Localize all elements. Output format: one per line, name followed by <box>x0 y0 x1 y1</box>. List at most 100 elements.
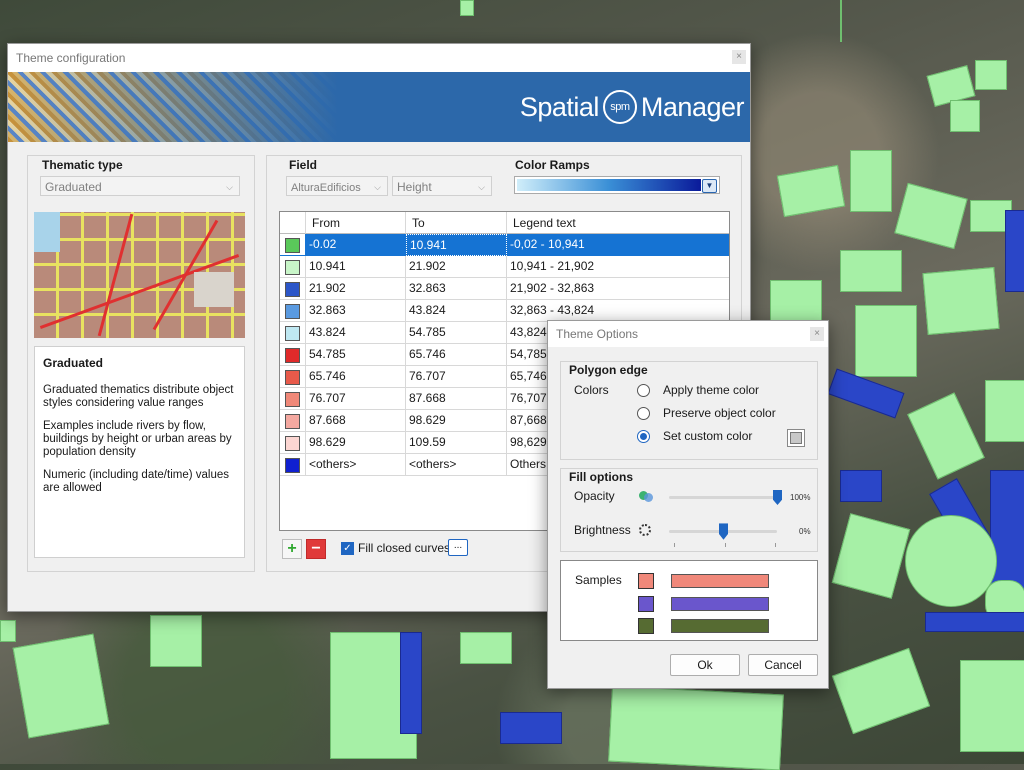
apply-theme-color-label[interactable]: Apply theme color <box>663 383 759 397</box>
row-from-cell[interactable]: 65.746 <box>306 366 406 388</box>
row-color-cell[interactable] <box>280 256 306 278</box>
row-color-cell[interactable] <box>280 432 306 454</box>
row-color-cell[interactable] <box>280 278 306 300</box>
map-building <box>840 470 882 502</box>
set-custom-color-radio[interactable] <box>637 430 650 443</box>
field-column-select[interactable]: Height ⌵ <box>392 176 492 196</box>
row-from-cell[interactable]: 32.863 <box>306 300 406 322</box>
color-swatch[interactable] <box>285 282 300 297</box>
row-from-cell[interactable]: -0.02 <box>306 234 406 256</box>
row-from-cell[interactable]: 21.902 <box>306 278 406 300</box>
row-to-cell[interactable]: <others> <box>406 454 507 476</box>
table-row[interactable]: 21.902 32.863 21,902 - 32,863 <box>280 278 729 300</box>
row-color-cell[interactable] <box>280 410 306 432</box>
table-row[interactable]: 10.941 21.902 10,941 - 21,902 <box>280 256 729 278</box>
fill-closed-curves-label[interactable]: Fill closed curves <box>358 541 450 555</box>
map-building <box>770 280 822 322</box>
remove-button[interactable]: − <box>306 539 326 559</box>
brightness-slider-thumb[interactable] <box>719 523 728 540</box>
header-legend[interactable]: Legend text <box>507 212 729 234</box>
field-table-select[interactable]: AlturaEdificios ⌵ <box>286 176 388 196</box>
row-from-cell[interactable]: 87.668 <box>306 410 406 432</box>
row-color-cell[interactable] <box>280 300 306 322</box>
map-building <box>850 150 892 212</box>
thematic-type-select[interactable]: Graduated ⌵ <box>40 176 240 196</box>
row-color-cell[interactable] <box>280 322 306 344</box>
map-building <box>608 685 784 770</box>
row-to-cell[interactable]: 87.668 <box>406 388 507 410</box>
field-title: Field <box>289 158 318 172</box>
row-from-cell[interactable]: 76.707 <box>306 388 406 410</box>
plus-icon: + <box>287 540 297 557</box>
table-row[interactable]: 32.863 43.824 32,863 - 43,824 <box>280 300 729 322</box>
row-to-cell[interactable]: 98.629 <box>406 410 507 432</box>
row-color-cell[interactable] <box>280 454 306 476</box>
row-from-cell[interactable]: 10.941 <box>306 256 406 278</box>
preserve-object-color-label[interactable]: Preserve object color <box>663 406 776 420</box>
preserve-object-color-radio[interactable] <box>637 407 650 420</box>
row-color-cell[interactable] <box>280 388 306 410</box>
row-color-cell[interactable] <box>280 366 306 388</box>
colors-label: Colors <box>574 383 609 397</box>
color-swatch[interactable] <box>285 238 300 253</box>
custom-color-button[interactable] <box>787 429 805 447</box>
fill-closed-curves-checkbox[interactable]: ✓ <box>341 542 354 555</box>
row-legend-cell[interactable]: 10,941 - 21,902 <box>507 256 729 278</box>
row-to-cell[interactable]: 109.59 <box>406 432 507 454</box>
map-building <box>925 612 1024 632</box>
row-to-cell[interactable]: 43.824 <box>406 300 507 322</box>
color-swatch[interactable] <box>285 326 300 341</box>
chevron-down-icon[interactable]: ▼ <box>702 179 717 193</box>
row-to-cell[interactable]: 32.863 <box>406 278 507 300</box>
row-to-cell[interactable]: 21.902 <box>406 256 507 278</box>
brand-left-text: Spatial <box>519 91 600 122</box>
opacity-slider-track[interactable] <box>669 496 777 499</box>
title-bar[interactable]: Theme configuration × <box>8 44 750 72</box>
cancel-button[interactable]: Cancel <box>748 654 818 676</box>
ok-button[interactable]: Ok <box>670 654 740 676</box>
add-button[interactable]: + <box>282 539 302 559</box>
header-to[interactable]: To <box>406 212 507 234</box>
row-color-cell[interactable] <box>280 344 306 366</box>
samples-label: Samples <box>575 573 622 587</box>
row-legend-cell[interactable]: 21,902 - 32,863 <box>507 278 729 300</box>
color-ramp-select[interactable]: ▼ <box>514 176 720 194</box>
set-custom-color-label[interactable]: Set custom color <box>663 429 752 443</box>
thematic-preview-image <box>34 212 245 338</box>
row-from-cell[interactable]: 98.629 <box>306 432 406 454</box>
color-swatch[interactable] <box>285 260 300 275</box>
color-swatch[interactable] <box>285 392 300 407</box>
color-swatch[interactable] <box>285 414 300 429</box>
row-to-cell[interactable]: 10.941 <box>406 234 507 256</box>
row-to-cell[interactable]: 65.746 <box>406 344 507 366</box>
chevron-down-icon: ⌵ <box>478 182 485 192</box>
row-color-cell[interactable] <box>280 234 306 256</box>
row-to-cell[interactable]: 54.785 <box>406 322 507 344</box>
fill-options-button[interactable]: ... <box>448 539 468 556</box>
map-building <box>400 632 422 734</box>
row-legend-cell[interactable]: -0,02 - 10,941 <box>507 234 729 256</box>
row-from-cell[interactable]: 43.824 <box>306 322 406 344</box>
map-building <box>0 620 16 642</box>
row-from-cell[interactable]: <others> <box>306 454 406 476</box>
polygon-edge-group: Polygon edge Colors Apply theme color Pr… <box>560 361 818 460</box>
color-swatch[interactable] <box>285 436 300 451</box>
color-swatch[interactable] <box>285 348 300 363</box>
row-from-cell[interactable]: 54.785 <box>306 344 406 366</box>
color-swatch[interactable] <box>285 458 300 473</box>
color-swatch[interactable] <box>285 304 300 319</box>
slider-tick <box>775 543 776 547</box>
row-legend-cell[interactable]: 32,863 - 43,824 <box>507 300 729 322</box>
options-title-bar[interactable]: Theme Options × <box>548 321 828 347</box>
table-row[interactable]: -0.02 10.941 -0,02 - 10,941 <box>280 234 729 256</box>
row-to-cell[interactable]: 76.707 <box>406 366 507 388</box>
opacity-slider-thumb[interactable] <box>773 490 782 505</box>
color-swatch[interactable] <box>285 370 300 385</box>
apply-theme-color-radio[interactable] <box>637 384 650 397</box>
close-icon[interactable]: × <box>732 50 746 64</box>
close-icon[interactable]: × <box>810 327 824 341</box>
header-from[interactable]: From <box>306 212 406 234</box>
banner: Spatial spm Manager <box>8 72 750 142</box>
field-table-value: AlturaEdificios <box>291 182 361 194</box>
map-building <box>840 0 842 42</box>
